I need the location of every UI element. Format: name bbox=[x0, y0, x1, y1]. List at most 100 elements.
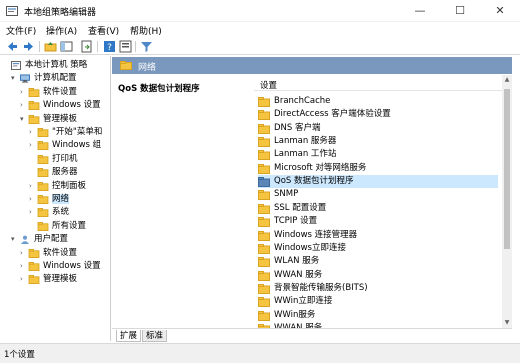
tree-item-label: 软件设置 bbox=[43, 86, 78, 97]
vertical-scrollbar[interactable]: ▲ ▼ bbox=[502, 75, 512, 328]
tree-item[interactable]: › "开始"菜单和 bbox=[29, 126, 102, 139]
collapse-arrow-icon[interactable]: ▾ bbox=[11, 72, 19, 85]
setting-row[interactable]: QoS 数据包计划程序 bbox=[258, 175, 498, 189]
svg-text:?: ? bbox=[107, 43, 112, 53]
setting-folder-icon bbox=[258, 190, 270, 201]
setting-row[interactable]: BranchCache bbox=[258, 95, 498, 108]
setting-row[interactable]: DNS 客户端 bbox=[258, 122, 498, 135]
tree-item[interactable]: › Windows 组 bbox=[29, 139, 101, 152]
tree-item[interactable]: › Windows 设置 bbox=[20, 260, 101, 273]
setting-row[interactable]: WWAN 服务 bbox=[258, 269, 498, 282]
setting-row-label: WWin立即连接 bbox=[274, 296, 333, 307]
menu-bar: 文件(F) 操作(A) 查看(V) 帮助(H) bbox=[0, 22, 520, 38]
tree-item-label: 控制面板 bbox=[52, 180, 87, 191]
collapse-arrow-icon[interactable]: ▾ bbox=[20, 113, 28, 126]
column-header-setting[interactable]: 设置 bbox=[254, 75, 502, 91]
setting-row-label: DirectAccess 客户端体验设置 bbox=[274, 109, 391, 120]
setting-row-label: DNS 客户端 bbox=[274, 122, 321, 133]
forward-arrow-icon[interactable] bbox=[22, 40, 35, 53]
setting-row[interactable]: 背景智能传输服务(BITS) bbox=[258, 282, 498, 295]
back-arrow-icon[interactable] bbox=[6, 40, 19, 53]
tree-item[interactable]: › 管理模板 bbox=[20, 273, 77, 286]
tree-item[interactable]: › 网络 bbox=[29, 193, 70, 206]
export-icon[interactable] bbox=[80, 40, 93, 53]
show-tree-icon[interactable] bbox=[60, 40, 73, 53]
filter-icon[interactable] bbox=[140, 40, 153, 53]
expand-arrow-icon[interactable]: › bbox=[29, 126, 37, 139]
tab-standard[interactable]: 标准 bbox=[142, 330, 168, 342]
tab-extended[interactable]: 扩展 bbox=[116, 330, 142, 342]
tree-item[interactable]: › 系统 bbox=[29, 206, 69, 219]
setting-row-label: Lanman 工作站 bbox=[274, 149, 337, 160]
tree-item-label: 管理模板 bbox=[43, 274, 78, 285]
status-bar: 1个设置 bbox=[0, 343, 520, 363]
expand-arrow-icon[interactable]: › bbox=[29, 180, 37, 193]
tree-item[interactable]: › 控制面板 bbox=[29, 180, 86, 193]
tree-item[interactable]: ▾ 用户配置 bbox=[11, 233, 68, 246]
expand-arrow-icon[interactable]: › bbox=[20, 273, 28, 286]
up-folder-icon[interactable] bbox=[44, 40, 57, 53]
tree-item[interactable]: › 软件设置 bbox=[20, 247, 77, 260]
setting-row[interactable]: WLAN 服务 bbox=[258, 255, 498, 268]
setting-row[interactable]: DirectAccess 客户端体验设置 bbox=[258, 108, 498, 121]
setting-row[interactable]: SNMP bbox=[258, 188, 498, 201]
setting-folder-icon bbox=[258, 137, 270, 148]
setting-row[interactable]: Windows 连接管理器 bbox=[258, 229, 498, 242]
tree-item[interactable]: 打印机 bbox=[29, 153, 78, 166]
policy-icon bbox=[11, 61, 21, 70]
setting-folder-icon bbox=[258, 123, 270, 134]
folder-icon bbox=[28, 262, 40, 271]
folder-icon bbox=[28, 275, 40, 285]
minimize-button[interactable]: — bbox=[400, 0, 440, 22]
menu-help[interactable]: 帮助(H) bbox=[130, 24, 162, 37]
expand-arrow-icon[interactable]: › bbox=[29, 193, 37, 206]
expand-arrow-icon[interactable]: › bbox=[29, 139, 37, 152]
tree-item[interactable]: › 软件设置 bbox=[20, 86, 77, 99]
setting-row[interactable]: Windows立即连接 bbox=[258, 242, 498, 255]
scroll-down-icon[interactable]: ▼ bbox=[502, 318, 512, 328]
menu-file[interactable]: 文件(F) bbox=[6, 24, 36, 37]
maximize-button[interactable]: ☐ bbox=[440, 0, 480, 22]
folder-icon bbox=[37, 128, 49, 137]
setting-row[interactable]: Lanman 服务器 bbox=[258, 135, 498, 148]
right-pane-title: 网络 bbox=[138, 63, 157, 73]
menu-view[interactable]: 查看(V) bbox=[88, 24, 119, 37]
scroll-thumb[interactable] bbox=[504, 89, 510, 249]
help-icon[interactable]: ? bbox=[103, 40, 116, 53]
tree-item[interactable]: 本地计算机 策略 bbox=[2, 59, 87, 72]
expand-arrow-icon[interactable]: › bbox=[29, 206, 37, 219]
setting-row[interactable]: SSL 配置设置 bbox=[258, 202, 498, 215]
setting-row[interactable]: WWin服务 bbox=[258, 309, 498, 322]
setting-row-label: QoS 数据包计划程序 bbox=[274, 176, 354, 187]
expand-arrow-icon[interactable]: › bbox=[20, 247, 28, 260]
setting-row-label: Windows立即连接 bbox=[274, 242, 346, 253]
title-bar: 本地组策略编辑器 — ☐ ✕ bbox=[0, 0, 520, 22]
tree-item[interactable]: › Windows 设置 bbox=[20, 99, 101, 112]
setting-row[interactable]: Lanman 工作站 bbox=[258, 148, 498, 161]
selected-folder-icon bbox=[258, 177, 270, 188]
setting-row-label: Lanman 服务器 bbox=[274, 136, 337, 147]
setting-row[interactable]: WWin立即连接 bbox=[258, 295, 498, 308]
tree-item-label: 计算机配置 bbox=[34, 73, 77, 84]
setting-row-label: TCPIP 设置 bbox=[274, 216, 318, 227]
tree-item[interactable]: ▾ 计算机配置 bbox=[11, 72, 77, 85]
folder-icon bbox=[37, 168, 49, 178]
menu-action[interactable]: 操作(A) bbox=[46, 24, 77, 37]
expand-arrow-icon[interactable]: › bbox=[20, 86, 28, 99]
setting-row[interactable]: TCPIP 设置 bbox=[258, 215, 498, 228]
close-button[interactable]: ✕ bbox=[480, 0, 520, 22]
tree-item-label: 服务器 bbox=[52, 167, 78, 178]
properties-icon[interactable] bbox=[119, 40, 132, 53]
tree-item[interactable]: ▾ 管理模板 bbox=[20, 113, 77, 126]
folder-icon bbox=[37, 154, 49, 164]
setting-row[interactable]: Microsoft 对等网络服务 bbox=[258, 162, 498, 175]
tree-item[interactable]: 所有设置 bbox=[29, 220, 86, 233]
setting-folder-icon bbox=[258, 163, 270, 174]
tree-item[interactable]: 服务器 bbox=[29, 166, 78, 179]
tree-item-label: 打印机 bbox=[52, 153, 78, 164]
setting-folder-icon bbox=[258, 230, 270, 241]
expand-arrow-icon[interactable]: › bbox=[20, 99, 28, 112]
collapse-arrow-icon[interactable]: ▾ bbox=[11, 233, 19, 246]
expand-arrow-icon[interactable]: › bbox=[20, 260, 28, 273]
scroll-up-icon[interactable]: ▲ bbox=[502, 75, 512, 85]
